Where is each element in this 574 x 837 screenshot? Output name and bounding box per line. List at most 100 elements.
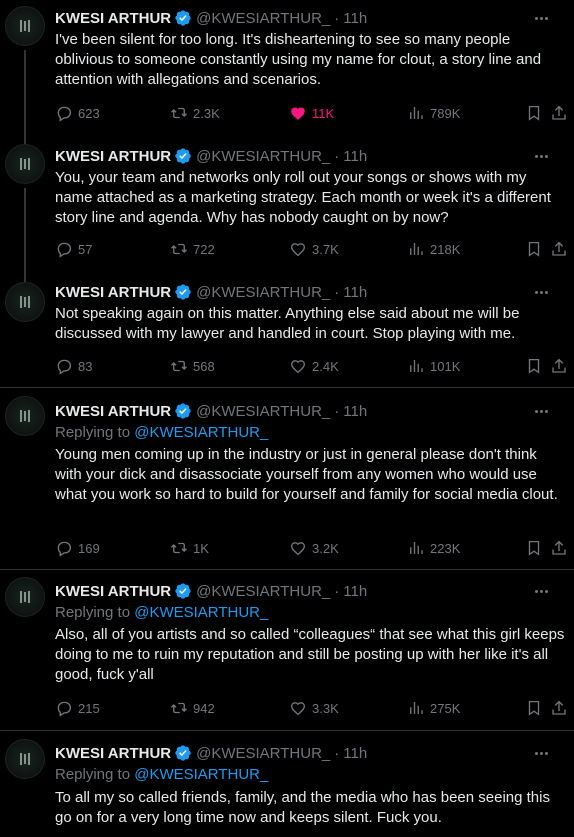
verified-badge-icon	[175, 148, 191, 164]
like-button[interactable]: 2.4K	[289, 356, 339, 376]
like-button[interactable]: 11K	[289, 103, 334, 123]
retweet-button[interactable]: 1K	[170, 538, 209, 558]
more-options-icon[interactable]	[530, 401, 552, 421]
avatar[interactable]	[5, 282, 45, 322]
bookmark-icon	[528, 540, 540, 556]
tweet[interactable]: KWESI ARTHUR @KWESIARTHUR_ · 11h Not spe…	[0, 276, 574, 388]
more-options-icon[interactable]	[530, 581, 552, 601]
tweet-actions: 83 568 2.4K 101K	[55, 356, 568, 376]
bookmark-button[interactable]	[525, 103, 543, 123]
reply-count: 83	[78, 358, 93, 374]
thread-line	[24, 188, 26, 276]
bookmark-button[interactable]	[525, 698, 543, 718]
retweet-button[interactable]: 942	[170, 698, 215, 718]
like-count: 3.7K	[312, 241, 339, 257]
author-handle[interactable]: @KWESIARTHUR_	[196, 10, 330, 27]
avatar[interactable]	[5, 396, 45, 436]
share-button[interactable]	[550, 538, 568, 558]
avatar[interactable]	[5, 739, 45, 779]
timestamp[interactable]: 11h	[343, 745, 367, 762]
tweet-actions: 623 2.3K 11K 789K	[55, 103, 568, 123]
more-options-icon[interactable]	[530, 282, 552, 302]
like-button[interactable]: 3.7K	[289, 239, 339, 259]
reply-button[interactable]: 623	[55, 103, 100, 123]
more-options-icon[interactable]	[530, 743, 552, 763]
more-options-icon[interactable]	[530, 146, 552, 166]
reply-count: 215	[78, 700, 100, 716]
reply-button[interactable]: 57	[55, 239, 92, 259]
author-name[interactable]: KWESI ARTHUR	[55, 745, 171, 762]
timestamp[interactable]: 11h	[343, 148, 367, 165]
avatar[interactable]	[5, 6, 45, 46]
share-button[interactable]	[550, 698, 568, 718]
view-count: 218K	[430, 241, 461, 257]
author-handle[interactable]: @KWESIARTHUR_	[196, 284, 330, 301]
bookmark-button[interactable]	[525, 356, 543, 376]
like-button[interactable]: 3.3K	[289, 698, 339, 718]
share-button[interactable]	[550, 103, 568, 123]
author-name[interactable]: KWESI ARTHUR	[55, 403, 171, 420]
replying-to: Replying to @KWESIARTHUR_	[55, 424, 268, 441]
retweet-count: 2.3K	[193, 105, 220, 121]
bookmark-button[interactable]	[525, 239, 543, 259]
reply-button[interactable]: 83	[55, 356, 92, 376]
reply-button[interactable]: 215	[55, 698, 100, 718]
author-name[interactable]: KWESI ARTHUR	[55, 10, 171, 27]
more-options-icon[interactable]	[530, 8, 552, 28]
tweet-text: To all my so called friends, family, and…	[55, 789, 550, 826]
tweet-actions: 57 722 3.7K 218K	[55, 239, 568, 259]
tweet[interactable]: KWESI ARTHUR @KWESIARTHUR_ · 11h Replyin…	[0, 731, 574, 837]
tweet[interactable]: KWESI ARTHUR @KWESIARTHUR_ · 11h Replyin…	[0, 388, 574, 570]
replying-to-label: Replying to	[55, 766, 135, 783]
views-button[interactable]: 101K	[407, 356, 460, 376]
replying-to: Replying to @KWESIARTHUR_	[55, 766, 268, 783]
tweet[interactable]: KWESI ARTHUR @KWESIARTHUR_ · 11h You, yo…	[0, 138, 574, 276]
author-handle[interactable]: @KWESIARTHUR_	[196, 745, 330, 762]
reply-icon	[57, 242, 72, 258]
share-icon	[552, 241, 566, 256]
timestamp[interactable]: 11h	[343, 10, 367, 27]
tweet-feed: KWESI ARTHUR @KWESIARTHUR_ · 11h I've be…	[0, 0, 574, 837]
heart-icon	[290, 243, 306, 257]
retweet-icon	[171, 702, 187, 714]
tweet-actions: 215 942 3.3K 275K	[55, 698, 568, 718]
timestamp[interactable]: 11h	[343, 583, 367, 600]
mention-link[interactable]: @KWESIARTHUR_	[134, 766, 268, 783]
author-handle[interactable]: @KWESIARTHUR_	[196, 403, 330, 420]
avatar[interactable]	[5, 144, 45, 184]
views-button[interactable]: 789K	[407, 103, 460, 123]
mention-link[interactable]: @KWESIARTHUR_	[134, 424, 268, 441]
views-button[interactable]: 218K	[407, 239, 460, 259]
author-name[interactable]: KWESI ARTHUR	[55, 284, 171, 301]
retweet-icon	[171, 243, 187, 255]
separator-dot: ·	[334, 744, 340, 762]
replying-to-label: Replying to	[55, 424, 135, 441]
tweet[interactable]: KWESI ARTHUR @KWESIARTHUR_ · 11h I've be…	[0, 0, 574, 138]
reply-button[interactable]: 169	[55, 538, 100, 558]
share-button[interactable]	[550, 239, 568, 259]
reply-count: 57	[78, 241, 93, 257]
mention-link[interactable]: @KWESIARTHUR_	[134, 604, 268, 621]
like-button[interactable]: 3.2K	[289, 538, 339, 558]
bookmark-icon	[528, 105, 540, 121]
share-button[interactable]	[550, 356, 568, 376]
reply-icon	[57, 701, 72, 717]
author-name[interactable]: KWESI ARTHUR	[55, 148, 171, 165]
retweet-button[interactable]: 2.3K	[170, 103, 220, 123]
retweet-button[interactable]: 722	[170, 239, 215, 259]
retweet-button[interactable]: 568	[170, 356, 215, 376]
views-button[interactable]: 275K	[407, 698, 460, 718]
timestamp[interactable]: 11h	[343, 403, 367, 420]
avatar[interactable]	[5, 577, 45, 617]
views-chart-icon	[410, 702, 423, 714]
author-handle[interactable]: @KWESIARTHUR_	[196, 583, 330, 600]
tweet[interactable]: KWESI ARTHUR @KWESIARTHUR_ · 11h Replyin…	[0, 570, 574, 731]
tweet-header: KWESI ARTHUR @KWESIARTHUR_ · 11h	[55, 145, 367, 167]
tweet-header: KWESI ARTHUR @KWESIARTHUR_ · 11h	[55, 742, 367, 764]
author-name[interactable]: KWESI ARTHUR	[55, 583, 171, 600]
bookmark-button[interactable]	[525, 538, 543, 558]
timestamp[interactable]: 11h	[343, 284, 367, 301]
author-handle[interactable]: @KWESIARTHUR_	[196, 148, 330, 165]
views-button[interactable]: 223K	[407, 538, 460, 558]
separator-dot: ·	[334, 283, 340, 301]
